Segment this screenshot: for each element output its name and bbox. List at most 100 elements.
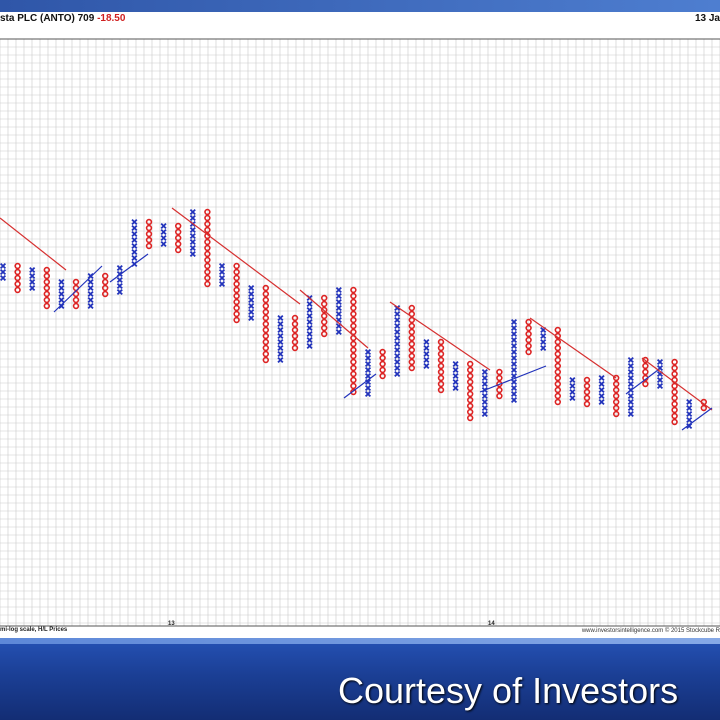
x-mark [510,354,518,362]
o-mark [262,302,269,310]
x-column [510,318,518,404]
o-mark [145,242,153,250]
x-mark [218,274,226,282]
x-mark [335,310,342,318]
o-mark [379,366,386,374]
o-mark [233,304,240,312]
o-mark [467,408,474,416]
o-mark [408,304,415,312]
x-column [627,356,634,418]
x-column [452,360,459,392]
x-mark [481,380,488,388]
o-mark [379,360,386,368]
o-mark [350,382,357,390]
o-mark [101,284,109,292]
x-mark [394,340,401,348]
support-trend-line [681,407,713,431]
x-column [481,368,488,418]
o-mark [525,324,532,332]
x-mark [87,284,94,292]
o-column [145,218,153,250]
x-mark [627,368,634,376]
scale-note: mi-log scale, H/L Prices [0,627,68,633]
chart-grid [0,38,720,627]
x-column [277,314,284,364]
x-column [306,294,313,350]
o-mark [204,262,211,270]
x-mark [306,312,313,320]
o-mark [72,302,80,310]
x-column [189,208,196,258]
x-mark [686,398,693,406]
x-mark [218,280,226,288]
o-column [321,294,328,338]
o-mark [671,412,678,420]
o-mark [437,338,445,346]
o-mark [145,230,153,238]
o-mark [467,414,474,422]
x-mark [452,384,459,392]
x-mark [510,366,518,374]
x-mark [423,338,430,346]
x-mark [277,356,284,364]
o-mark [467,366,474,374]
x-mark [423,344,430,352]
x-mark [656,376,664,384]
o-mark [554,398,561,406]
o-mark [671,382,678,390]
o-mark [204,226,211,234]
o-mark [467,384,474,392]
x-mark [656,358,664,366]
o-mark [233,316,240,324]
o-mark [43,278,50,286]
o-mark [262,344,269,352]
o-mark [379,372,386,380]
o-column [175,222,182,254]
o-mark [204,256,211,264]
x-mark [306,336,313,344]
o-mark [496,386,503,394]
x-mark [394,334,401,342]
o-mark [671,418,678,426]
o-mark [437,368,445,376]
x-mark [627,380,634,388]
x-mark [248,284,255,292]
o-mark [233,274,240,282]
o-mark [262,332,269,340]
o-mark [671,400,678,408]
x-mark [452,378,459,386]
o-mark [175,222,182,230]
o-mark [583,394,591,402]
o-mark [233,298,240,306]
o-mark [437,356,445,364]
x-tick-label-13: 13 [168,621,175,627]
o-mark [525,330,532,338]
o-mark [554,326,561,334]
o-mark [321,294,328,302]
x-mark [58,296,65,304]
source-note: www.investorsintelligence.com © 2015 Sto… [581,628,720,634]
o-mark [671,394,678,402]
o-mark [350,322,357,330]
o-mark [554,356,561,364]
o-mark [408,322,415,330]
o-mark [350,286,357,294]
o-mark [408,328,415,336]
x-mark [423,356,430,364]
x-mark [248,290,255,298]
o-mark [101,278,109,286]
x-mark [510,396,518,404]
o-mark [554,362,561,370]
o-mark [262,284,269,292]
x-mark [686,404,693,412]
o-column [101,272,109,298]
o-mark [350,304,357,312]
o-mark [496,392,503,400]
o-mark [14,286,21,294]
o-mark [145,224,153,232]
o-mark [233,280,240,288]
o-mark [233,286,240,294]
x-mark [394,328,401,336]
o-mark [43,302,50,310]
o-mark [101,290,109,298]
